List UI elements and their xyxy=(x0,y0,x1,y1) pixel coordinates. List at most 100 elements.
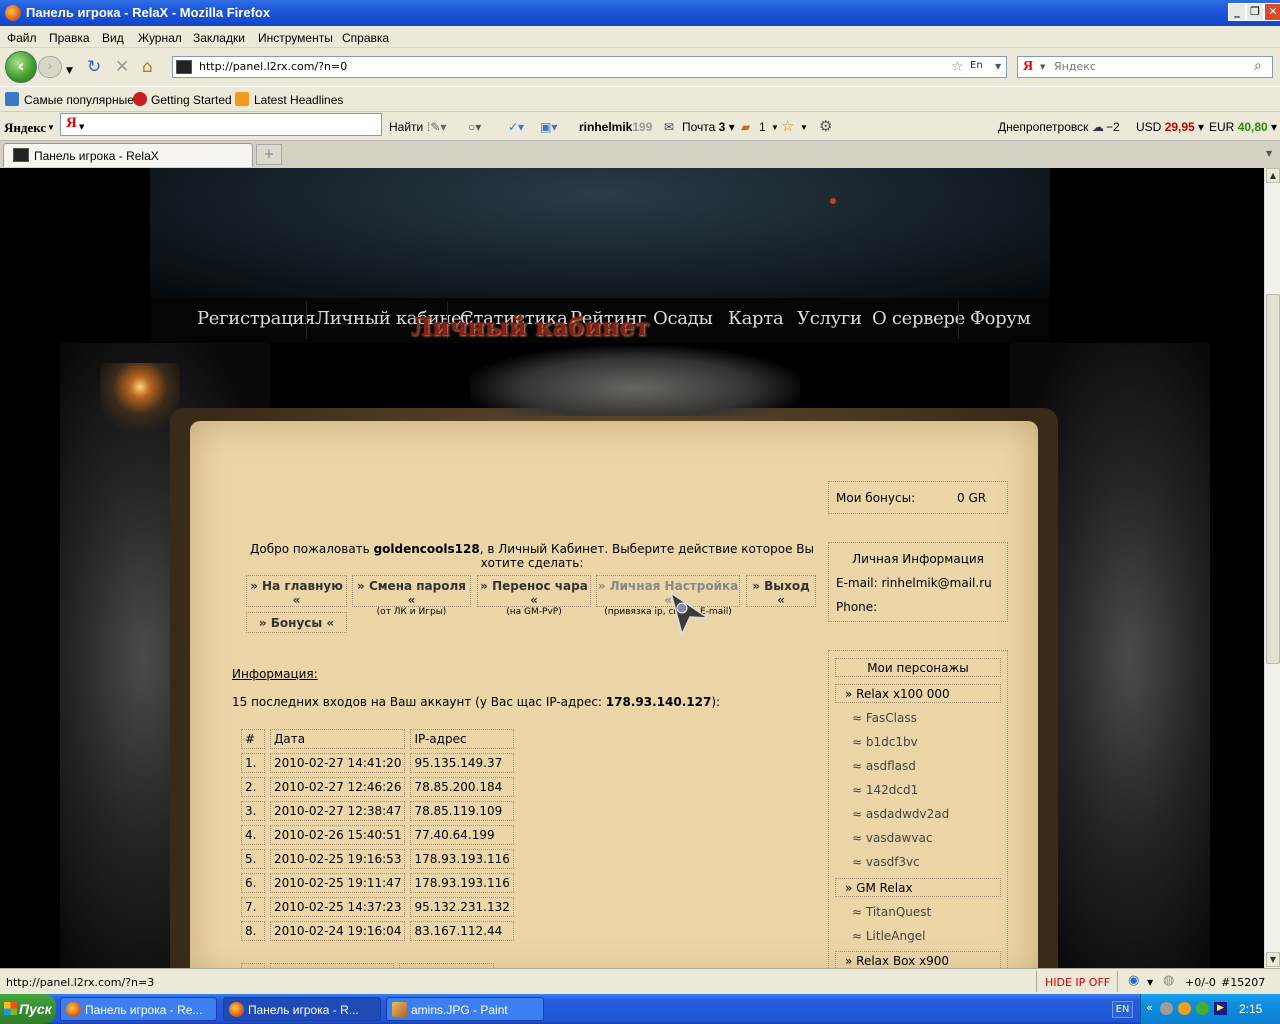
bookmark-getting-started[interactable]: Getting Started xyxy=(151,93,232,107)
char-item[interactable]: ≈ b1dc1bv xyxy=(852,735,918,749)
char-item[interactable]: ≈ vasdf3vc xyxy=(852,855,920,869)
mail-link[interactable]: Почта 3 ▾ xyxy=(682,120,735,134)
torch-decoration xyxy=(100,363,180,443)
minimize-button[interactable]: _ xyxy=(1228,3,1246,21)
bookmark-most-visited[interactable]: Самые популярные xyxy=(24,93,134,107)
logout-button[interactable]: » Выход « xyxy=(746,575,816,607)
yandex-username[interactable]: rinhelmik199 xyxy=(579,120,652,134)
firefox-icon xyxy=(5,5,21,21)
char-item[interactable]: ≈ LitleAngel xyxy=(852,929,925,943)
start-button[interactable]: Пуск xyxy=(0,994,56,1024)
char-item[interactable]: ≈ TitanQuest xyxy=(852,905,931,919)
char-item[interactable]: ≈ FasClass xyxy=(852,711,917,725)
back-button[interactable]: ‹ xyxy=(5,51,37,83)
menu-tools[interactable]: Инструменты xyxy=(258,31,333,45)
addon-dropdown-icon[interactable]: ▼ xyxy=(1147,978,1153,987)
stop-icon[interactable]: ✕ xyxy=(115,58,129,76)
nav-forum[interactable]: Форум xyxy=(970,308,1031,329)
star-dropdown-icon[interactable]: ▼ xyxy=(800,123,808,132)
menu-bookmarks[interactable]: Закладки xyxy=(193,31,245,45)
char-item[interactable]: ≈ asdflasd xyxy=(852,759,916,773)
star-icon[interactable]: ☆ xyxy=(781,117,794,135)
menu-help[interactable]: Справка xyxy=(342,31,389,45)
char-item[interactable]: ≈ vasdawvac xyxy=(852,831,932,845)
gear-icon[interactable]: ⚙ xyxy=(819,117,832,135)
table-row: 7. 2010-02-25 14:37:23 95.132.231.132 xyxy=(241,897,514,917)
transfer-char-label: » Перенос чара « xyxy=(480,579,588,607)
taskbar-item-firefox-2[interactable]: Панель игрока - R... xyxy=(223,997,381,1021)
menu-history[interactable]: Журнал xyxy=(138,31,182,45)
home-button[interactable]: » На главную « xyxy=(246,575,347,607)
transfer-char-button[interactable]: » Перенос чара « (на GM-PvP) xyxy=(477,575,591,617)
weather-city[interactable]: Днепропетровск xyxy=(998,120,1088,134)
menu-edit[interactable]: Правка xyxy=(49,31,90,45)
tab-favicon xyxy=(13,148,29,162)
yandex-menu-dropdown-icon[interactable]: ▼ xyxy=(47,123,55,132)
tray-expand-icon[interactable]: « xyxy=(1146,1001,1153,1014)
personal-info-title: Личная Информация xyxy=(852,552,984,566)
search-bar[interactable]: Я ▼ ⌕ xyxy=(1017,56,1273,78)
highlight-icon[interactable]: ⁞✎▾ xyxy=(427,120,446,134)
cell-ip: 178.93.193.116 xyxy=(410,873,514,893)
nav-about-server[interactable]: О сервере xyxy=(872,308,965,329)
hide-ip-status: HIDE IP OFF xyxy=(1045,976,1111,989)
language-indicator[interactable]: EN xyxy=(1112,1001,1133,1018)
cards-count[interactable]: 1 xyxy=(759,120,766,134)
taskbar-item-paint[interactable]: amins.JPG - Paint xyxy=(386,997,544,1021)
url-input[interactable] xyxy=(199,60,919,73)
translate-icon[interactable]: ▣▾ xyxy=(540,120,557,134)
menu-view[interactable]: Вид xyxy=(102,31,124,45)
addon-icon[interactable]: ◉ xyxy=(1128,973,1139,988)
scroll-up-button[interactable]: ▲ xyxy=(1266,168,1280,183)
site-favicon xyxy=(176,60,192,74)
usd-rate[interactable]: USD 29,95 ▾ xyxy=(1136,120,1204,134)
tray-network-icon[interactable] xyxy=(1160,1002,1173,1015)
close-button[interactable]: ✕ xyxy=(1264,3,1280,21)
search-icon[interactable]: ⌕ xyxy=(1254,58,1262,74)
address-bar[interactable]: ☆ En ▼ xyxy=(172,56,1007,78)
history-dropdown-icon[interactable]: ▼ xyxy=(66,62,73,80)
forward-button[interactable]: › xyxy=(38,56,62,78)
tray-shield-icon[interactable] xyxy=(1196,1002,1209,1015)
cell-number: 2. xyxy=(241,777,265,797)
server-relax-x100000[interactable]: » Relax x100 000 xyxy=(835,684,1001,703)
scroll-down-button[interactable]: ▼ xyxy=(1266,952,1280,967)
tab-active[interactable]: Панель игрока - RelaX xyxy=(3,143,253,167)
cell-date: 2010-02-24 19:16:04 xyxy=(270,921,406,941)
taskbar-item-firefox-1[interactable]: Панель игрока - Re... xyxy=(60,997,217,1021)
url-dropdown-icon[interactable]: ▼ xyxy=(995,62,1001,71)
usd-label: USD xyxy=(1136,120,1162,134)
eur-rate[interactable]: EUR 40,80 ▾ xyxy=(1209,120,1277,134)
tray-media-icon[interactable]: ▶ xyxy=(1214,1002,1227,1015)
cards-dropdown-icon[interactable]: ▼ xyxy=(771,123,779,132)
yandex-brand[interactable]: Яндекс xyxy=(4,120,46,136)
tab-list-dropdown-icon[interactable]: ▼ xyxy=(1266,149,1272,158)
comment-icon[interactable]: ○▾ xyxy=(468,120,481,134)
server-gm-relax[interactable]: » GM Relax xyxy=(835,878,1001,897)
tray-app-icon[interactable] xyxy=(1178,1002,1191,1015)
nav-services[interactable]: Услуги xyxy=(797,308,862,329)
engine-dropdown-icon[interactable]: ▼ xyxy=(1040,63,1045,71)
change-password-button[interactable]: » Смена пароля « (от ЛК и Игры) xyxy=(352,575,471,617)
search-input[interactable] xyxy=(1054,60,1244,73)
bonuses-button[interactable]: » Бонусы « xyxy=(246,612,347,633)
mail-count: 3 xyxy=(718,120,726,134)
yandex-input-dropdown-icon[interactable]: ▼ xyxy=(79,123,84,131)
reload-icon[interactable]: ↻ xyxy=(87,58,101,76)
bookmark-latest-headlines[interactable]: Latest Headlines xyxy=(254,93,343,107)
char-item[interactable]: ≈ 142dcd1 xyxy=(852,783,918,797)
scroll-thumb[interactable] xyxy=(1266,294,1280,664)
maximize-button[interactable]: ❐ xyxy=(1246,3,1264,21)
char-item[interactable]: ≈ asdadwdv2ad xyxy=(852,807,949,821)
vertical-scrollbar[interactable]: ▲ ▼ xyxy=(1264,168,1280,968)
bookmark-star-icon[interactable]: ☆ xyxy=(951,59,964,75)
menu-file[interactable]: Файл xyxy=(7,31,37,45)
usd-value: 29,95 xyxy=(1164,120,1195,134)
yandex-search-input[interactable]: Я ▼ xyxy=(60,113,382,136)
hide-ip-panel[interactable]: HIDE IP OFF xyxy=(1036,971,1118,992)
server-relax-box-x900[interactable]: » Relax Box x900 xyxy=(835,951,1001,968)
new-tab-button[interactable]: + xyxy=(256,144,282,165)
yandex-find-button[interactable]: Найти xyxy=(389,120,423,134)
home-icon[interactable]: ⌂ xyxy=(142,58,153,76)
check-icon[interactable]: ✓▾ xyxy=(508,120,524,134)
